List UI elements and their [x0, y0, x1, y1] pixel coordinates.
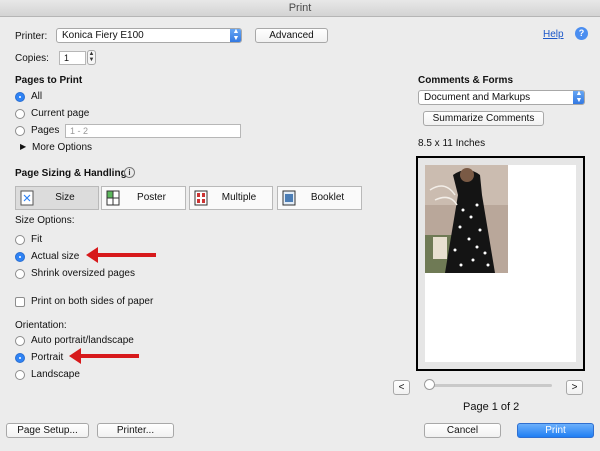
- preview-photo: [425, 165, 508, 273]
- page-slider-track[interactable]: [426, 384, 552, 387]
- tab-multiple[interactable]: Multiple: [189, 186, 273, 210]
- printer-label: Printer:: [15, 31, 48, 42]
- printer-button[interactable]: Printer...: [97, 423, 174, 438]
- pages-range-field[interactable]: 1 - 2: [65, 124, 241, 138]
- tab-poster-label: Poster: [137, 192, 166, 203]
- portrait-radio[interactable]: [15, 353, 25, 363]
- current-page-radio[interactable]: [15, 109, 25, 119]
- printer-select-value: Konica Fiery E100: [62, 30, 144, 41]
- current-page-label: Current page: [31, 108, 90, 119]
- paper-size-label: 8.5 x 11 Inches: [418, 138, 486, 149]
- pages-range-label: Pages: [31, 125, 60, 136]
- page-sizing-heading: Page Sizing & Handling: [15, 168, 127, 179]
- window-title: Print: [0, 0, 600, 17]
- print-preview: [416, 156, 585, 371]
- tab-size-label: Size: [55, 192, 75, 203]
- size-options-label: Size Options:: [15, 215, 75, 226]
- comments-forms-heading: Comments & Forms: [418, 75, 514, 86]
- tab-booklet[interactable]: Booklet: [277, 186, 362, 210]
- select-arrows-icon: ▲ ▼: [573, 91, 584, 104]
- question-icon[interactable]: ?: [575, 27, 588, 40]
- more-options-toggle[interactable]: More Options: [32, 142, 92, 153]
- landscape-radio[interactable]: [15, 370, 25, 380]
- tab-size[interactable]: Size: [15, 186, 99, 210]
- annotation-arrow-actual-size: [86, 247, 156, 263]
- pages-to-print-heading: Pages to Print: [15, 75, 83, 86]
- all-pages-radio[interactable]: [15, 92, 25, 102]
- cancel-button[interactable]: Cancel: [424, 423, 501, 438]
- auto-orientation-radio[interactable]: [15, 336, 25, 346]
- advanced-button[interactable]: Advanced: [255, 28, 328, 43]
- info-icon[interactable]: i: [124, 167, 135, 178]
- orientation-label: Orientation:: [15, 320, 67, 331]
- page-slider-thumb[interactable]: [424, 379, 435, 390]
- copies-stepper[interactable]: ▲ ▼: [87, 50, 96, 65]
- shrink-radio[interactable]: [15, 269, 25, 279]
- comments-forms-select[interactable]: Document and Markups ▲ ▼: [418, 90, 585, 105]
- copies-field[interactable]: 1: [59, 51, 86, 65]
- copies-label: Copies:: [15, 53, 49, 64]
- print-dialog: Print Printer: Konica Fiery E100 ▲ ▼ Adva…: [0, 0, 600, 451]
- fit-label: Fit: [31, 234, 43, 245]
- preview-page: [425, 165, 576, 362]
- duplex-checkbox[interactable]: [15, 297, 25, 307]
- print-button[interactable]: Print: [517, 423, 594, 438]
- help-link[interactable]: Help: [543, 29, 564, 40]
- tab-poster[interactable]: Poster: [101, 186, 186, 210]
- auto-orientation-label: Auto portrait/landscape: [31, 335, 134, 346]
- duplex-label: Print on both sides of paper: [31, 296, 154, 307]
- tab-booklet-label: Booklet: [310, 192, 345, 203]
- landscape-label: Landscape: [31, 369, 80, 380]
- actual-size-label: Actual size: [31, 251, 80, 262]
- next-page-button[interactable]: >: [566, 380, 583, 395]
- tab-multiple-label: Multiple: [221, 192, 257, 203]
- pages-range-radio[interactable]: [15, 126, 25, 136]
- actual-size-radio[interactable]: [15, 252, 25, 262]
- printer-select[interactable]: Konica Fiery E100 ▲ ▼: [56, 28, 242, 43]
- fit-radio[interactable]: [15, 235, 25, 245]
- previous-page-button[interactable]: <: [393, 380, 410, 395]
- page-setup-button[interactable]: Page Setup...: [6, 423, 89, 438]
- all-pages-label: All: [31, 91, 43, 102]
- select-arrows-icon: ▲ ▼: [230, 29, 241, 42]
- page-indicator: Page 1 of 2: [463, 401, 520, 413]
- summarize-comments-button[interactable]: Summarize Comments: [423, 111, 544, 126]
- disclosure-triangle-icon[interactable]: ▶: [20, 142, 26, 151]
- portrait-label: Portrait: [31, 352, 64, 363]
- annotation-arrow-portrait: [69, 348, 139, 364]
- comments-forms-value: Document and Markups: [424, 92, 531, 103]
- shrink-label: Shrink oversized pages: [31, 268, 135, 279]
